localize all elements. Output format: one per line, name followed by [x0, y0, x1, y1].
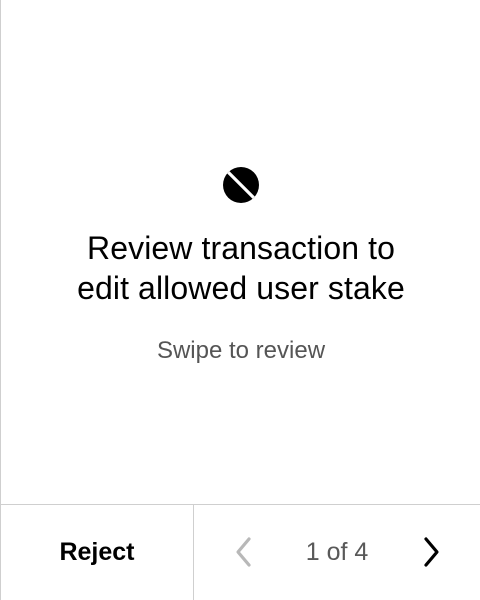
pagination-controls: 1 of 4: [194, 505, 480, 600]
review-title: Review transaction to edit allowed user …: [1, 228, 480, 308]
transaction-review-screen: Review transaction to edit allowed user …: [0, 0, 480, 600]
app-symbol-icon: [222, 166, 260, 204]
review-content: Review transaction to edit allowed user …: [1, 0, 480, 504]
page-indicator: 1 of 4: [305, 538, 369, 566]
reject-button[interactable]: Reject: [1, 505, 193, 600]
review-title-line-1: Review transaction to: [86, 230, 396, 266]
chevron-left-icon[interactable]: [231, 535, 257, 569]
swipe-to-review-text: Swipe to review: [156, 337, 326, 364]
navigation-footer: Reject 1 of 4: [1, 504, 480, 600]
chevron-right-icon[interactable]: [418, 535, 444, 569]
review-title-line-2: edit allowed user stake: [77, 270, 405, 306]
